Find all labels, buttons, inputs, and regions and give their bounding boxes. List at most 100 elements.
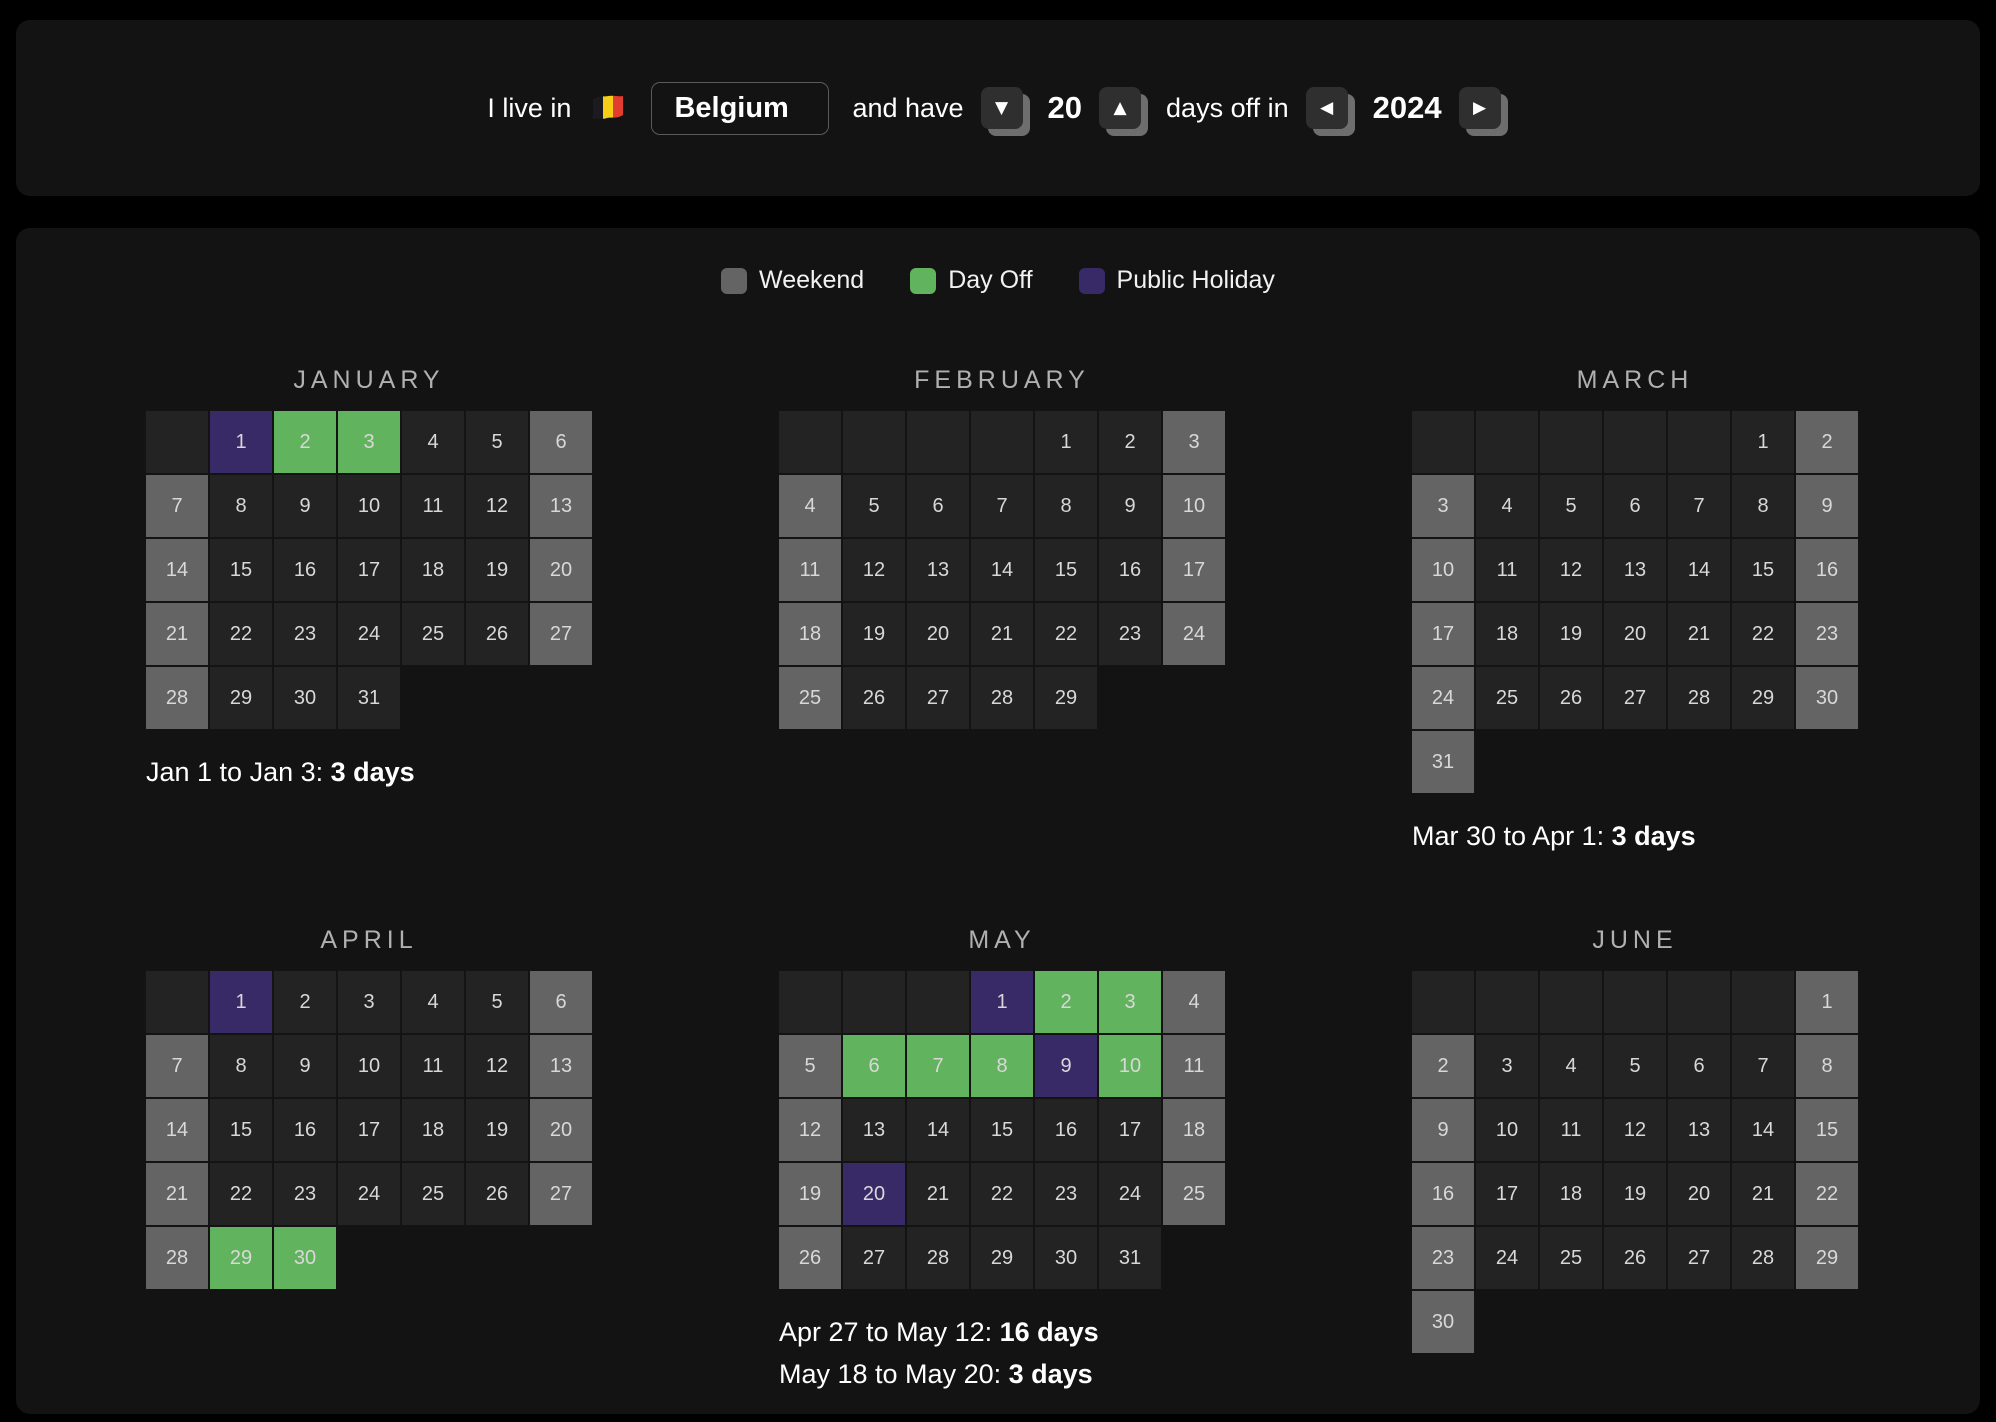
day-cell: 22 bbox=[1732, 603, 1794, 665]
day-cell: 16 bbox=[1099, 539, 1161, 601]
day-cell: 3 bbox=[1163, 411, 1225, 473]
day-cell: 19 bbox=[466, 1099, 528, 1161]
day-cell: 12 bbox=[466, 1035, 528, 1097]
vacation-range-note: Jan 1 to Jan 3: 3 days bbox=[146, 751, 592, 793]
day-cell: 20 bbox=[907, 603, 969, 665]
day-cell: 17 bbox=[338, 1099, 400, 1161]
day-cell: 1 bbox=[1035, 411, 1097, 473]
day-cell: 6 bbox=[530, 411, 592, 473]
legend-item: Weekend bbox=[721, 266, 864, 295]
day-cell: 27 bbox=[843, 1227, 905, 1289]
day-cell: 15 bbox=[1796, 1099, 1858, 1161]
day-cell: 17 bbox=[1099, 1099, 1161, 1161]
empty-cell bbox=[146, 411, 208, 473]
increase-days-button[interactable]: ▲ bbox=[1099, 87, 1141, 129]
day-cell: 29 bbox=[210, 1227, 272, 1289]
month-grid: 1234567891011121314151617181920212223242… bbox=[1412, 411, 1858, 793]
day-cell: 21 bbox=[146, 1163, 208, 1225]
day-cell: 29 bbox=[1796, 1227, 1858, 1289]
day-cell: 25 bbox=[1476, 667, 1538, 729]
day-cell: 7 bbox=[146, 475, 208, 537]
day-cell: 16 bbox=[274, 1099, 336, 1161]
day-cell: 27 bbox=[907, 667, 969, 729]
day-cell: 19 bbox=[1540, 603, 1602, 665]
day-cell: 18 bbox=[1476, 603, 1538, 665]
day-cell: 25 bbox=[1163, 1163, 1225, 1225]
day-cell: 9 bbox=[1035, 1035, 1097, 1097]
country-select[interactable]: Belgium bbox=[651, 82, 829, 135]
settings-card: I live in Belgium and have ▼ 20 bbox=[16, 20, 1980, 196]
month-title: MAY bbox=[779, 925, 1225, 955]
day-cell: 5 bbox=[466, 971, 528, 1033]
day-cell: 19 bbox=[1604, 1163, 1666, 1225]
day-cell: 22 bbox=[210, 603, 272, 665]
note-day-count: 16 days bbox=[1000, 1317, 1099, 1347]
day-cell: 25 bbox=[1540, 1227, 1602, 1289]
legend-label: Public Holiday bbox=[1117, 266, 1275, 295]
day-cell: 23 bbox=[1796, 603, 1858, 665]
day-cell: 25 bbox=[779, 667, 841, 729]
day-cell: 1 bbox=[1796, 971, 1858, 1033]
day-cell: 10 bbox=[338, 475, 400, 537]
day-cell: 24 bbox=[1476, 1227, 1538, 1289]
day-cell: 10 bbox=[1476, 1099, 1538, 1161]
day-cell: 19 bbox=[779, 1163, 841, 1225]
month-april: APRIL12345678910111213141516171819202122… bbox=[146, 925, 592, 1395]
month-title: MARCH bbox=[1412, 365, 1858, 395]
day-cell: 30 bbox=[274, 1227, 336, 1289]
empty-cell bbox=[1604, 971, 1666, 1033]
day-cell: 22 bbox=[971, 1163, 1033, 1225]
empty-cell bbox=[1476, 411, 1538, 473]
day-cell: 2 bbox=[1099, 411, 1161, 473]
calendar-card: WeekendDay OffPublic Holiday JANUARY1234… bbox=[16, 228, 1980, 1414]
day-cell: 8 bbox=[1035, 475, 1097, 537]
month-grid: 1234567891011121314151617181920212223242… bbox=[779, 971, 1225, 1289]
day-cell: 11 bbox=[402, 1035, 464, 1097]
day-cell: 11 bbox=[1476, 539, 1538, 601]
next-year-button[interactable]: ▶ bbox=[1459, 87, 1501, 129]
day-cell: 6 bbox=[530, 971, 592, 1033]
decrease-days-button[interactable]: ▼ bbox=[981, 87, 1023, 129]
previous-year-button[interactable]: ◀ bbox=[1306, 87, 1348, 129]
up-arrow-icon: ▲ bbox=[1113, 100, 1126, 117]
day-cell: 5 bbox=[779, 1035, 841, 1097]
day-cell: 26 bbox=[1604, 1227, 1666, 1289]
day-cell: 13 bbox=[843, 1099, 905, 1161]
month-january: JANUARY123456789101112131415161718192021… bbox=[146, 365, 592, 925]
day-cell: 12 bbox=[1604, 1099, 1666, 1161]
live-in-label: I live in bbox=[487, 93, 571, 124]
month-title: FEBRUARY bbox=[779, 365, 1225, 395]
day-off-swatch bbox=[910, 268, 936, 294]
month-notes: Apr 27 to May 12: 16 daysMay 18 to May 2… bbox=[779, 1311, 1225, 1395]
month-title: JUNE bbox=[1412, 925, 1858, 955]
day-cell: 18 bbox=[1540, 1163, 1602, 1225]
empty-cell bbox=[146, 971, 208, 1033]
and-have-label: and have bbox=[852, 93, 963, 124]
empty-cell bbox=[779, 411, 841, 473]
empty-cell bbox=[907, 411, 969, 473]
day-cell: 2 bbox=[1035, 971, 1097, 1033]
day-cell: 23 bbox=[1035, 1163, 1097, 1225]
vacation-range-note: Apr 27 to May 12: 16 days bbox=[779, 1311, 1225, 1353]
day-cell: 15 bbox=[210, 1099, 272, 1161]
day-cell: 21 bbox=[907, 1163, 969, 1225]
day-cell: 19 bbox=[466, 539, 528, 601]
month-title: APRIL bbox=[146, 925, 592, 955]
day-cell: 17 bbox=[1476, 1163, 1538, 1225]
day-cell: 6 bbox=[843, 1035, 905, 1097]
down-arrow-icon: ▼ bbox=[995, 100, 1008, 117]
day-cell: 9 bbox=[274, 475, 336, 537]
note-range: Apr 27 to May 12: bbox=[779, 1317, 1000, 1347]
day-cell: 25 bbox=[402, 603, 464, 665]
day-cell: 18 bbox=[779, 603, 841, 665]
day-cell: 31 bbox=[1099, 1227, 1161, 1289]
months-grid: JANUARY123456789101112131415161718192021… bbox=[16, 365, 1980, 1395]
legend-label: Day Off bbox=[948, 266, 1032, 295]
note-day-count: 3 days bbox=[1009, 1359, 1093, 1389]
day-cell: 23 bbox=[1099, 603, 1161, 665]
day-cell: 11 bbox=[779, 539, 841, 601]
day-cell: 16 bbox=[1412, 1163, 1474, 1225]
day-cell: 1 bbox=[1732, 411, 1794, 473]
day-cell: 14 bbox=[971, 539, 1033, 601]
day-cell: 28 bbox=[1732, 1227, 1794, 1289]
